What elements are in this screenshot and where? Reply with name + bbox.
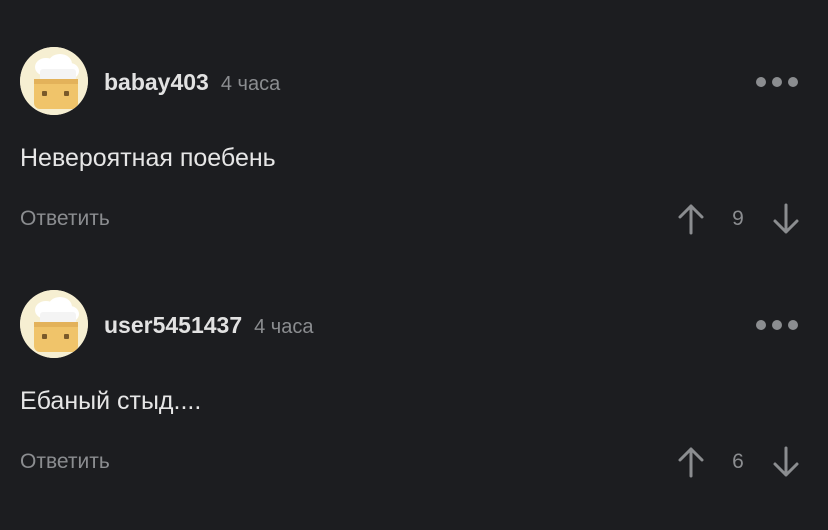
more-horizontal-icon[interactable] [756,76,798,88]
username[interactable]: babay403 [104,69,209,95]
dot [788,320,798,330]
chef-avatar-icon[interactable] [20,290,88,358]
comment-header: babay403 4 часа [104,68,280,98]
arrow-up-icon[interactable] [677,203,705,235]
comment-header: user5451437 4 часа [104,311,313,341]
dot [772,320,782,330]
comment: user5451437 4 часа Ебаный стыд.... Ответи… [0,243,828,486]
comment: babay403 4 часа Невероятная поебень Ответ… [0,0,828,243]
dot [772,77,782,87]
dot [788,77,798,87]
more-horizontal-icon[interactable] [756,319,798,331]
dot [756,77,766,87]
vote-score: 9 [732,207,744,230]
chef-avatar-icon[interactable] [20,47,88,115]
dot [756,320,766,330]
arrow-up-icon[interactable] [677,446,705,478]
username[interactable]: user5451437 [104,312,242,338]
reply-button[interactable]: Ответить [20,206,110,232]
comment-text: Невероятная поебень [20,144,276,172]
reply-button[interactable]: Ответить [20,449,110,475]
vote-score: 6 [732,450,744,473]
comment-text: Ебаный стыд.... [20,387,202,415]
timestamp: 4 часа [254,316,314,338]
arrow-down-icon[interactable] [772,446,800,478]
timestamp: 4 часа [220,73,281,95]
arrow-down-icon[interactable] [772,203,800,235]
